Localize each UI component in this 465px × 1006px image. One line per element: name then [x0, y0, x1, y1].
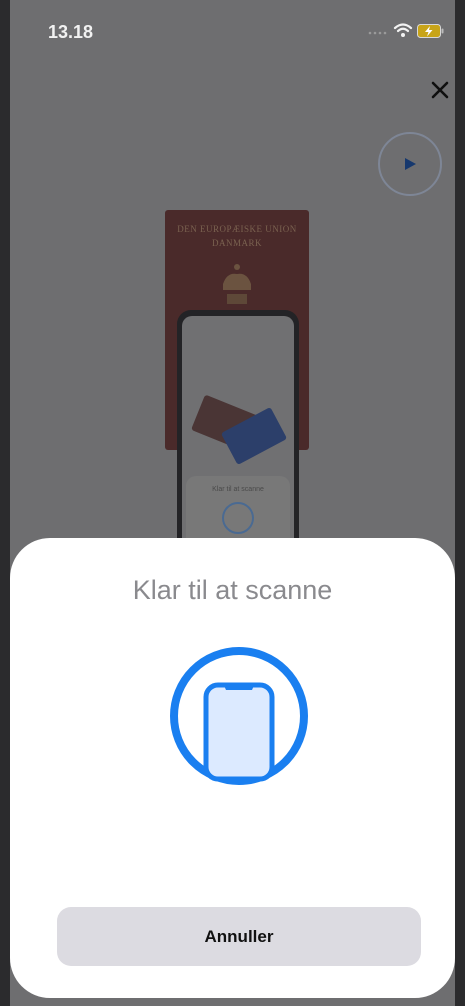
- battery-charging-icon: [417, 24, 444, 38]
- screen: 13.18 DEN EUROPÆISKE UNION DANMARK Klar …: [10, 0, 455, 1006]
- scan-sheet: Klar til at scanne Annuller: [10, 538, 455, 998]
- mini-phone-scan-icon: [222, 502, 254, 534]
- crest-icon: [223, 264, 251, 304]
- play-button[interactable]: [378, 132, 442, 196]
- phone-image-screen: Klar til at scanne: [182, 316, 294, 566]
- passport-union-text: DEN EUROPÆISKE UNION: [177, 224, 297, 234]
- sheet-title: Klar til at scanne: [132, 575, 333, 605]
- status-time: 13.18: [48, 22, 94, 42]
- passport-country-text: DANMARK: [211, 238, 262, 248]
- passport-scan-illustration: DEN EUROPÆISKE UNION DANMARK Klar til at…: [165, 210, 315, 570]
- play-icon: [405, 158, 416, 170]
- status-bar: 13.18: [10, 0, 455, 70]
- phone-scan-icon: [170, 647, 308, 785]
- close-icon: [431, 81, 449, 99]
- phone-image: Klar til at scanne: [177, 310, 299, 570]
- mini-sheet-title: Klar til at scanne: [212, 486, 264, 493]
- wifi-icon: [393, 23, 413, 37]
- cancel-button[interactable]: Annuller: [57, 907, 421, 966]
- close-button[interactable]: [428, 78, 452, 102]
- signal-dots-icon: [368, 31, 387, 35]
